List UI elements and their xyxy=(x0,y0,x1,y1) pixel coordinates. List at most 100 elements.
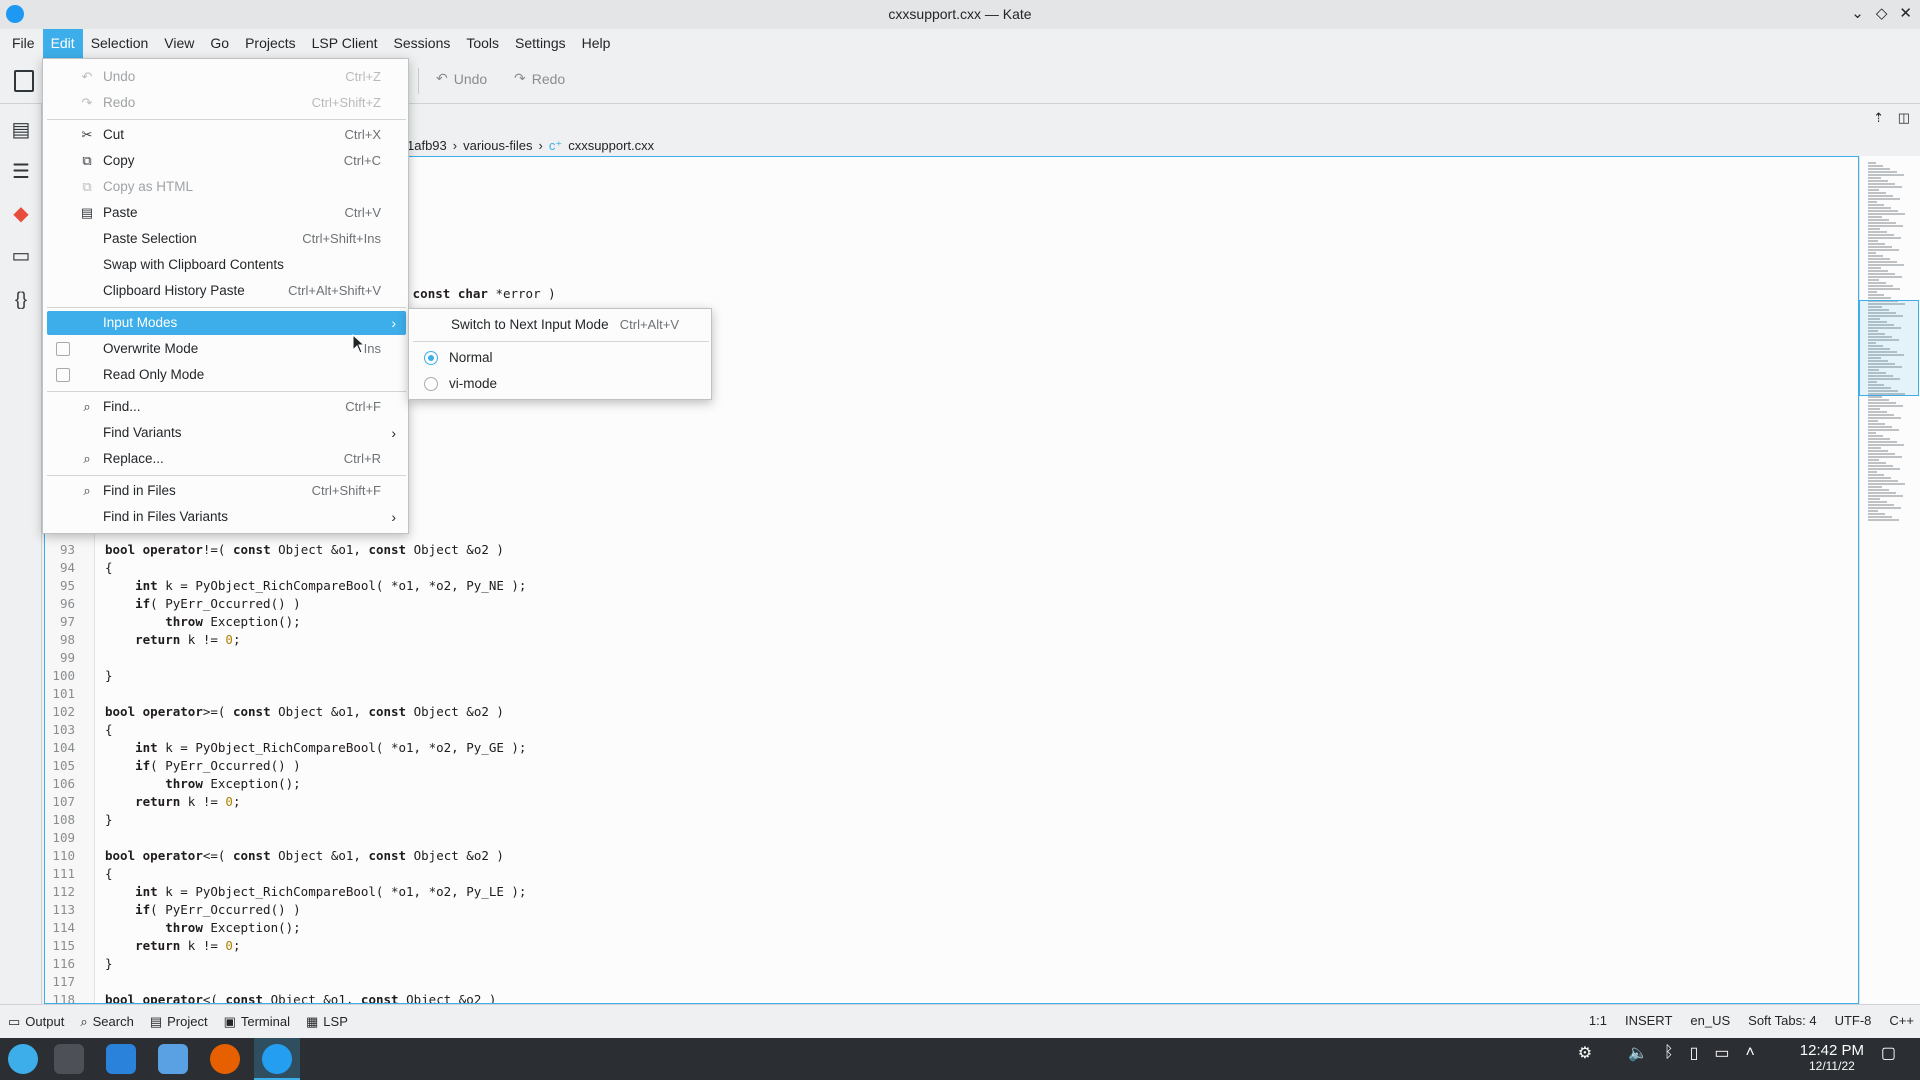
code-line[interactable]: int k = PyObject_RichCompareBool( *o1, *… xyxy=(105,883,526,901)
menu-edit[interactable]: Edit xyxy=(42,29,83,58)
code-line[interactable]: if( PyErr_Occurred() ) xyxy=(105,757,301,775)
menu-item-switch-input-mode[interactable]: Switch to Next Input Mode Ctrl+Alt+V xyxy=(413,313,709,337)
menu-sessions[interactable]: Sessions xyxy=(386,29,459,58)
code-line[interactable]: bool operator!=( const Object &o1, const… xyxy=(105,541,504,559)
menu-item-vi-mode[interactable]: vi-mode xyxy=(413,372,709,396)
menu-item-replace[interactable]: ⌕ Replace... Ctrl+R xyxy=(47,447,406,471)
code-line[interactable]: if( PyErr_Occurred() ) xyxy=(105,901,301,919)
code-line[interactable]: throw Exception(); xyxy=(105,775,300,793)
minimap-viewport[interactable] xyxy=(1859,300,1919,396)
menu-item-paste[interactable]: ▤ Paste Ctrl+V xyxy=(47,201,406,225)
code-line[interactable]: int k = PyObject_RichCompareBool( *o1, *… xyxy=(105,739,526,757)
code-line[interactable]: bool operator<( const Object &o1, const … xyxy=(105,991,496,1003)
code-line[interactable]: } xyxy=(105,955,113,973)
menu-separator xyxy=(47,307,406,308)
network-settings-icon[interactable]: ⚙ xyxy=(1578,1043,1592,1063)
battery-icon[interactable]: ▯ xyxy=(1690,1043,1699,1063)
code-line[interactable]: bool operator<=( const Object &o1, const… xyxy=(105,847,504,865)
lsp-tab[interactable]: ▦ LSP xyxy=(298,1014,356,1030)
search-tab[interactable]: ⌕ Search xyxy=(72,1014,141,1030)
dictionary[interactable]: en_US xyxy=(1690,1013,1730,1028)
menu-item-undo[interactable]: ↶ Undo Ctrl+Z xyxy=(47,65,406,89)
output-tab[interactable]: ▭ Output xyxy=(0,1014,72,1030)
clock[interactable]: 12:42 PM 12/11/22 xyxy=(1800,1042,1864,1073)
menu-lsp-client[interactable]: LSP Client xyxy=(304,29,386,58)
code-line[interactable]: int k = PyObject_RichCompareBool( *o1, *… xyxy=(105,577,526,595)
tray-expand-icon[interactable]: ˄ xyxy=(1746,1044,1755,1062)
code-line[interactable]: return k != 0; xyxy=(105,793,240,811)
documents-icon[interactable]: ▤ xyxy=(8,116,34,142)
overwrite-checkbox[interactable] xyxy=(56,342,70,356)
menu-go[interactable]: Go xyxy=(202,29,237,58)
code-line[interactable]: throw Exception(); xyxy=(105,919,300,937)
code-line[interactable]: if( PyErr_Occurred() ) xyxy=(105,595,301,613)
file-manager-icon[interactable] xyxy=(158,1044,188,1074)
pin-icon[interactable]: ⇡ xyxy=(1873,110,1884,126)
cursor-position[interactable]: 1:1 xyxy=(1589,1013,1607,1028)
menu-item-find[interactable]: ⌕ Find... Ctrl+F xyxy=(47,395,406,419)
indentation[interactable]: Soft Tabs: 4 xyxy=(1748,1013,1816,1028)
read-only-checkbox[interactable] xyxy=(56,368,70,382)
code-line[interactable]: { xyxy=(105,559,113,577)
app-launcher-icon[interactable] xyxy=(8,1044,38,1074)
show-desktop-icon[interactable]: ▢ xyxy=(1881,1043,1896,1063)
close-button[interactable]: ✕ xyxy=(1899,4,1912,22)
menu-item-paste-selection[interactable]: Paste Selection Ctrl+Shift+Ins xyxy=(47,227,406,251)
discover-icon[interactable] xyxy=(106,1044,136,1074)
vi-mode-radio[interactable] xyxy=(424,377,438,391)
menu-item-find-in-files[interactable]: ⌕ Find in Files Ctrl+Shift+F xyxy=(47,479,406,503)
menu-projects[interactable]: Projects xyxy=(237,29,304,58)
breadcrumb-folder[interactable]: 1afb93 xyxy=(407,135,447,156)
git-icon[interactable]: ◆ xyxy=(8,200,34,226)
project-tab[interactable]: ▤ Project xyxy=(142,1014,216,1030)
syntax-mode[interactable]: C++ xyxy=(1889,1013,1914,1028)
encoding[interactable]: UTF-8 xyxy=(1835,1013,1872,1028)
breadcrumb-folder[interactable]: various-files xyxy=(463,135,532,156)
menu-item-clipboard-history-paste[interactable]: Clipboard History Paste Ctrl+Alt+Shift+V xyxy=(47,279,406,303)
menu-file[interactable]: File xyxy=(4,29,43,58)
menu-item-redo[interactable]: ↷ Redo Ctrl+Shift+Z xyxy=(47,91,406,115)
system-settings-icon[interactable] xyxy=(54,1044,84,1074)
firefox-icon[interactable] xyxy=(210,1044,240,1074)
menu-item-input-modes[interactable]: Input Modes › xyxy=(47,311,406,335)
line-number: 94 xyxy=(59,560,75,575)
code-line[interactable]: throw Exception(); xyxy=(105,613,300,631)
volume-icon[interactable]: 🔈 xyxy=(1628,1043,1648,1063)
code-line[interactable]: { xyxy=(105,865,113,883)
redo-button[interactable]: ↷ Redo xyxy=(514,70,565,87)
maximize-button[interactable]: ◇ xyxy=(1876,4,1888,22)
terminal-tab[interactable]: ▣ Terminal xyxy=(216,1014,298,1030)
menu-item-copy-as-html[interactable]: ⧉ Copy as HTML xyxy=(47,175,406,199)
menu-settings[interactable]: Settings xyxy=(507,29,574,58)
projects-icon[interactable]: ☰ xyxy=(8,158,34,184)
bluetooth-icon[interactable]: ᛒ xyxy=(1664,1044,1674,1062)
display-icon[interactable]: ▭ xyxy=(1714,1043,1729,1063)
code-line[interactable]: } xyxy=(105,811,113,829)
minimize-button[interactable]: ⌄ xyxy=(1851,4,1864,22)
menu-item-copy[interactable]: ⧉ Copy Ctrl+C xyxy=(47,149,406,173)
menu-help[interactable]: Help xyxy=(574,29,619,58)
code-line[interactable]: { xyxy=(105,721,113,739)
menu-item-swap-clipboard[interactable]: Swap with Clipboard Contents xyxy=(47,253,406,277)
menu-tools[interactable]: Tools xyxy=(458,29,507,58)
minimap-scrollbar[interactable] xyxy=(1859,156,1920,1004)
code-line[interactable]: return k != 0; xyxy=(105,631,240,649)
filesystem-browser-icon[interactable]: ▭ xyxy=(8,242,34,268)
menu-item-read-only-mode[interactable]: Read Only Mode xyxy=(47,363,406,387)
menu-item-cut[interactable]: ✂ Cut Ctrl+X xyxy=(47,123,406,147)
menu-item-normal-mode[interactable]: Normal xyxy=(413,346,709,370)
menu-item-find-in-files-variants[interactable]: Find in Files Variants › xyxy=(47,505,406,529)
menu-view[interactable]: View xyxy=(156,29,202,58)
split-view-icon[interactable]: ◫ xyxy=(1898,110,1910,126)
code-line[interactable]: return k != 0; xyxy=(105,937,240,955)
normal-mode-radio[interactable] xyxy=(424,351,438,365)
menu-item-find-variants[interactable]: Find Variants › xyxy=(47,421,406,445)
code-line[interactable]: } xyxy=(105,667,113,685)
edit-mode[interactable]: INSERT xyxy=(1625,1013,1672,1028)
new-file-icon[interactable] xyxy=(14,70,34,92)
code-line[interactable]: bool operator>=( const Object &o1, const… xyxy=(105,703,504,721)
menu-selection[interactable]: Selection xyxy=(83,29,157,58)
undo-button[interactable]: ↶ Undo xyxy=(436,70,487,87)
symbols-icon[interactable]: {} xyxy=(8,286,34,312)
breadcrumb-file[interactable]: cxxsupport.cxx xyxy=(568,135,654,156)
